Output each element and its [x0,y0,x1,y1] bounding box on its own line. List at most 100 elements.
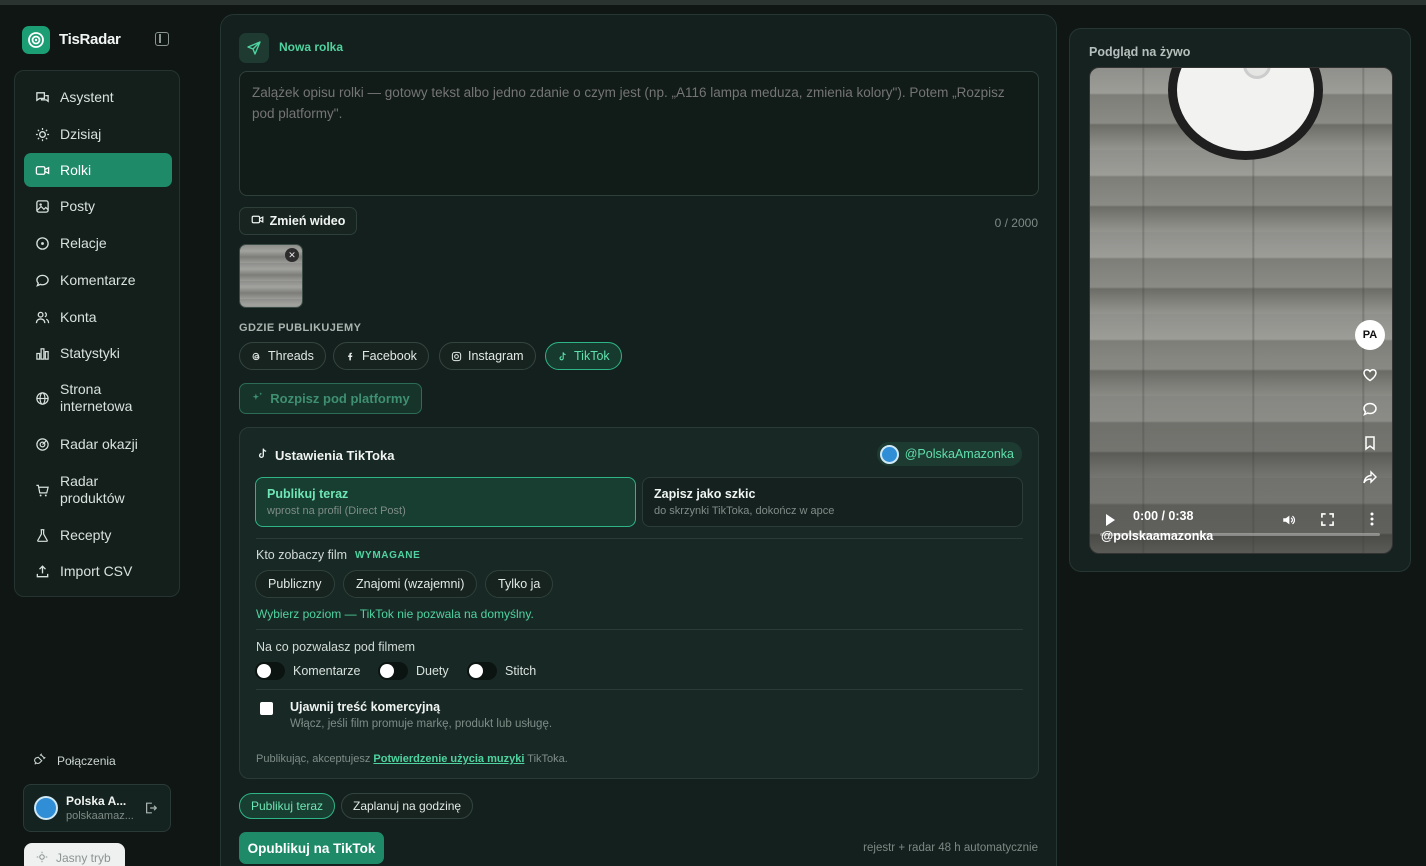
toggle-label: Komentarze [293,664,361,678]
tiktok-icon [256,447,269,463]
schedule-tab[interactable]: Zaplanuj na godzinę [341,793,474,819]
volume-icon[interactable] [1281,513,1296,532]
video-thumbnail[interactable]: ✕ [239,244,303,308]
platform-chip-threads[interactable]: Threads [239,342,326,370]
platform-chip-facebook[interactable]: Facebook [333,342,429,370]
option-title: Publikuj teraz [267,487,349,501]
where-label: GDZIE PUBLIKUJEMY [239,322,362,334]
legal-notice: Publikując, akceptujesz Potwierdzenie uż… [256,753,568,765]
sidebar-item-strona-internetowa[interactable]: Strona internetowa [24,381,172,415]
sidebar-item-label: Recepty [60,527,112,543]
connections-link[interactable]: Połączenia [33,752,116,769]
audience-friends[interactable]: Znajomi (wzajemni) [343,570,478,598]
sidebar-item-konta[interactable]: Konta [24,300,172,334]
live-preview-panel: Podgląd na żywo PA 0:00 / 0:38 @polskaam… [1069,28,1411,572]
avatar[interactable]: PA [1355,320,1385,350]
sidebar-item-statystyki[interactable]: Statystyki [24,336,172,370]
tiktok-settings-title: Ustawienia TikToka [256,447,394,463]
comment-icon[interactable] [1361,400,1379,418]
toggle-stitch[interactable]: Stitch [467,662,536,680]
save-draft-option[interactable]: Zapisz jako szkic do skrzynki TikToka, d… [642,477,1023,527]
sparkles-icon [251,391,264,407]
music-confirmation-link[interactable]: Potwierdzenie użycia muzyki [373,753,524,765]
audience-public[interactable]: Publiczny [255,570,335,598]
sidebar-item-label: Dzisiaj [60,126,102,142]
sidebar-item-label: Konta [60,309,97,325]
share-icon[interactable] [1361,468,1379,486]
platform-chip-instagram[interactable]: Instagram [439,342,536,370]
stitch-switch[interactable] [467,662,497,680]
comments-switch[interactable] [255,662,285,680]
sidebar-collapse-icon[interactable] [155,32,169,46]
divider [256,538,1023,539]
option-subtitle: wprost na profil (Direct Post) [267,505,406,517]
sidebar-item-import-csv[interactable]: Import CSV [24,554,172,588]
remove-video-icon[interactable]: ✕ [285,248,299,262]
sidebar-item-posty[interactable]: Posty [24,189,172,223]
upload-icon [34,563,50,579]
threads-icon [251,351,262,362]
video-icon [34,162,50,178]
toggle-comments[interactable]: Komentarze [255,662,360,680]
option-title: Zapisz jako szkic [654,487,756,501]
platform-chip-tiktok[interactable]: TikTok [545,342,622,370]
logout-icon[interactable] [144,801,158,820]
sun-icon [36,851,48,866]
sidebar-item-rolki[interactable]: Rolki [24,153,172,187]
audience-only-me[interactable]: Tylko ja [485,570,554,598]
publish-now-option[interactable]: Publikuj teraz wprost na profil (Direct … [255,477,636,527]
sidebar-item-relacje[interactable]: Relacje [24,226,172,260]
commercial-checkbox[interactable] [260,702,273,715]
sidebar-item-label: Radar okazji [60,436,138,452]
video-icon [251,213,264,229]
theme-toggle[interactable]: Jasny tryb [24,843,125,866]
commercial-subtitle: Włącz, jeśli film promuje markę, produkt… [290,718,553,730]
facebook-icon [345,351,356,362]
more-options-icon[interactable] [1370,512,1374,531]
sidebar-item-label: Import CSV [60,563,133,579]
required-badge: WYMAGANE [355,549,421,561]
video-preview[interactable]: PA 0:00 / 0:38 @polskaamazonka [1089,67,1393,554]
bar-chart-icon [34,345,50,361]
sidebar-nav: Asystent Dzisiaj Rolki Posty Relacje Kom… [14,70,180,597]
publish-now-tab[interactable]: Publikuj teraz [239,793,336,819]
publish-tiktok-button[interactable]: Opublikuj na TikTok [239,832,384,864]
sidebar-item-radar-produktow[interactable]: Radar produktów [24,473,172,507]
app-name: TisRadar [59,31,121,48]
globe-icon [34,390,50,406]
sidebar-item-asystent[interactable]: Asystent [24,80,172,114]
sidebar-item-recepty[interactable]: Recepty [24,518,172,552]
toggle-label: Stitch [505,664,537,678]
brand[interactable]: TisRadar [22,25,172,54]
description-input[interactable] [239,71,1039,196]
flask-icon [34,527,50,543]
sidebar-item-dzisiaj[interactable]: Dzisiaj [24,117,172,151]
sidebar-item-komentarze[interactable]: Komentarze [24,263,172,297]
tiktok-account-badge[interactable]: @PolskaAmazonka [876,442,1022,466]
sidebar-item-label: Asystent [60,89,114,105]
sidebar-item-label: Statystyki [60,345,120,361]
account-card[interactable]: Polska A... polskaamaz... [23,784,171,832]
theme-toggle-label: Jasny tryb [56,851,111,865]
radar-logo-icon [22,25,50,54]
section-title: Nowa rolka [279,40,344,54]
circle-dot-icon [34,235,50,251]
divider [256,629,1023,630]
toggle-duets[interactable]: Duety [378,662,449,680]
change-video-button[interactable]: Zmień wideo [239,207,357,235]
rewrite-label: Rozpisz pod platformy [270,391,410,406]
users-icon [34,309,50,325]
fullscreen-icon[interactable] [1321,513,1334,531]
sidebar-item-radar-okazji[interactable]: Radar okazji [24,427,172,461]
rewrite-for-platforms-button[interactable]: Rozpisz pod platformy [239,383,422,414]
legal-prefix: Publikując, akceptujesz [256,753,371,765]
top-border [0,0,1426,5]
sidebar-item-label: Posty [60,198,96,214]
video-frame [1168,68,1323,160]
bookmark-icon[interactable] [1361,434,1379,452]
duets-switch[interactable] [378,662,408,680]
heart-icon[interactable] [1361,366,1379,384]
commercial-content-row[interactable]: Ujawnij treść komercyjną Włącz, jeśli fi… [260,700,552,730]
preview-title: Podgląd na żywo [1089,45,1191,59]
sidebar-item-label: Radar produktów [60,473,125,506]
